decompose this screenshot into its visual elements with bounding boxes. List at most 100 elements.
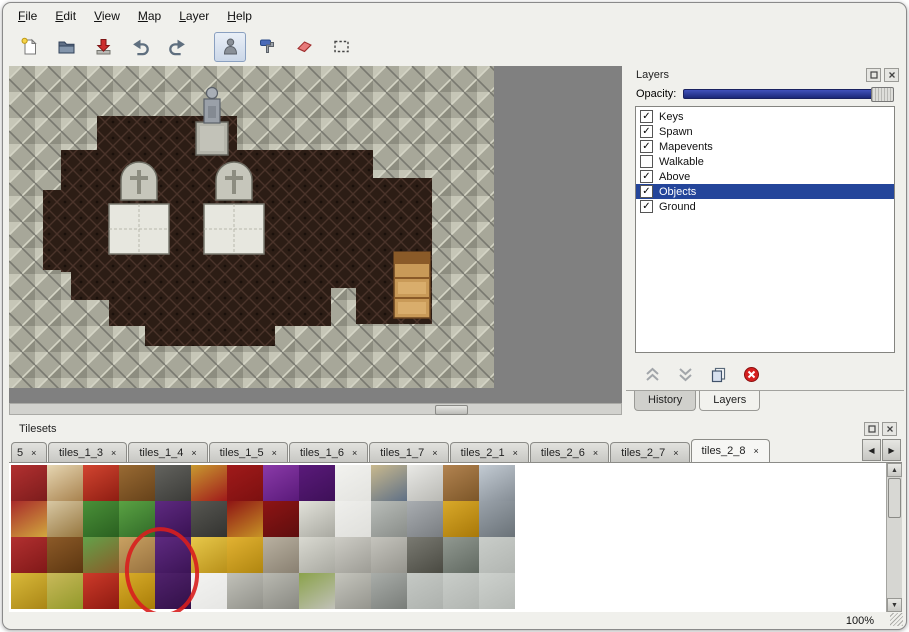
tile-throne-red-a[interactable] — [191, 465, 227, 501]
tile-tomb-dark[interactable] — [443, 537, 479, 573]
resize-grip[interactable] — [890, 613, 903, 626]
vscrollbar-thumb[interactable] — [888, 478, 901, 518]
scroll-tabs-right-button[interactable]: ▶ — [882, 439, 901, 461]
save-button[interactable] — [87, 32, 119, 62]
tile-tile-gray[interactable] — [479, 537, 515, 573]
float-tilesets-button[interactable] — [864, 422, 879, 436]
map-canvas[interactable] — [9, 66, 622, 403]
tile-tile-gray-3[interactable] — [443, 573, 479, 609]
scroll-up-button[interactable]: ▲ — [887, 463, 902, 477]
tile-rock[interactable] — [263, 537, 299, 573]
layer-row-spawn[interactable]: ✓Spawn — [636, 124, 894, 139]
stamp-tool-button[interactable] — [214, 32, 246, 62]
opacity-slider[interactable] — [683, 87, 894, 100]
tile-banner-gold[interactable] — [11, 573, 47, 609]
tile-chest-wood[interactable] — [443, 465, 479, 501]
tile-throne-purple-b[interactable] — [299, 465, 335, 501]
close-tab-icon[interactable]: × — [191, 448, 196, 458]
close-tab-icon[interactable]: × — [593, 448, 598, 458]
tile-tile-pale-2[interactable] — [335, 501, 371, 537]
close-tab-icon[interactable]: × — [31, 448, 36, 458]
layer-row-ground[interactable]: ✓Ground — [636, 199, 894, 214]
tile-vase-plant[interactable] — [299, 573, 335, 609]
layer-row-mapevents[interactable]: ✓Mapevents — [636, 139, 894, 154]
tileset-tab-tiles_2_7[interactable]: tiles_2_7× — [610, 442, 689, 462]
tile-banner-red-3[interactable] — [11, 537, 47, 573]
menu-edit[interactable]: Edit — [46, 5, 85, 27]
tileset-content[interactable]: ▲ ▼ — [9, 463, 902, 612]
layer-row-keys[interactable]: ✓Keys — [636, 109, 894, 124]
delete-layer-button[interactable] — [741, 364, 761, 384]
tileset-tab-tiles_2_1[interactable]: tiles_2_1× — [450, 442, 529, 462]
tile-statue-base-b[interactable] — [263, 573, 299, 609]
undo-button[interactable] — [124, 32, 156, 62]
tile-cushion-red-2[interactable] — [83, 573, 119, 609]
close-tab-icon[interactable]: × — [111, 448, 116, 458]
new-file-button[interactable] — [13, 32, 45, 62]
tab-history[interactable]: History — [634, 391, 696, 411]
scroll-down-button[interactable]: ▼ — [887, 598, 902, 612]
layer-row-above[interactable]: ✓Above — [636, 169, 894, 184]
tileset-tab-5[interactable]: 5× — [11, 442, 47, 462]
duplicate-layer-button[interactable] — [708, 364, 728, 384]
paint-tool-button[interactable] — [251, 32, 283, 62]
tile-obelisk[interactable] — [299, 501, 335, 537]
lower-layer-button[interactable] — [675, 364, 695, 384]
tile-door-iron[interactable] — [155, 465, 191, 501]
tile-plant-a[interactable] — [83, 501, 119, 537]
tab-layers[interactable]: Layers — [699, 391, 760, 411]
layer-row-walkable[interactable]: Walkable — [636, 154, 894, 169]
tileset-tab-tiles_2_8[interactable]: tiles_2_8× — [691, 439, 770, 462]
eraser-tool-button[interactable] — [288, 32, 320, 62]
map-hscrollbar-thumb[interactable] — [435, 405, 468, 415]
close-tab-icon[interactable]: × — [432, 448, 437, 458]
tile-throne-red-b[interactable] — [227, 465, 263, 501]
select-tool-button[interactable] — [325, 32, 357, 62]
tile-door-iron-2[interactable] — [191, 501, 227, 537]
float-panel-button[interactable] — [866, 68, 881, 82]
opacity-slider-track[interactable] — [683, 89, 892, 99]
close-tab-icon[interactable]: × — [272, 448, 277, 458]
tileset-vscrollbar[interactable]: ▲ ▼ — [886, 463, 902, 612]
tileset-tab-tiles_2_6[interactable]: tiles_2_6× — [530, 442, 609, 462]
tile-rope-gold[interactable] — [191, 537, 227, 573]
close-tab-icon[interactable]: × — [352, 448, 357, 458]
tile-scepter[interactable] — [119, 573, 155, 609]
opacity-slider-handle[interactable] — [871, 87, 894, 102]
tileset-tab-tiles_1_7[interactable]: tiles_1_7× — [369, 442, 448, 462]
redo-button[interactable] — [161, 32, 193, 62]
tile-statue-base-a[interactable] — [227, 573, 263, 609]
menu-map[interactable]: Map — [129, 5, 170, 27]
close-tab-icon[interactable]: × — [754, 446, 759, 456]
layer-checkbox[interactable]: ✓ — [640, 125, 653, 138]
tile-armor-silver-2[interactable] — [479, 501, 515, 537]
tile-tile-gray-4[interactable] — [479, 573, 515, 609]
map-hscrollbar[interactable] — [9, 403, 622, 415]
tileset-tab-tiles_1_3[interactable]: tiles_1_3× — [48, 442, 127, 462]
layer-checkbox[interactable]: ✓ — [640, 200, 653, 213]
tile-plant-b[interactable] — [119, 501, 155, 537]
tile-door-wood[interactable] — [119, 465, 155, 501]
tileset-tab-tiles_1_6[interactable]: tiles_1_6× — [289, 442, 368, 462]
tile-throne-red-d[interactable] — [263, 501, 299, 537]
tile-door-purple-3[interactable] — [155, 573, 191, 609]
tile-tile-pale[interactable] — [335, 465, 371, 501]
tile-banner-red-2[interactable] — [11, 501, 47, 537]
menu-help[interactable]: Help — [218, 5, 261, 27]
close-panel-button[interactable] — [884, 68, 899, 82]
tile-monument[interactable] — [371, 501, 407, 537]
layer-checkbox[interactable]: ✓ — [640, 185, 653, 198]
tile-tile-gray-2[interactable] — [407, 573, 443, 609]
tile-door-purple[interactable] — [155, 501, 191, 537]
layer-checkbox[interactable]: ✓ — [640, 110, 653, 123]
tile-plant-pot[interactable] — [83, 537, 119, 573]
tile-angel-b[interactable] — [371, 537, 407, 573]
tile-statue-stone[interactable] — [299, 537, 335, 573]
tile-angel-a[interactable] — [335, 537, 371, 573]
close-tilesets-button[interactable] — [882, 422, 897, 436]
tileset-tab-tiles_1_5[interactable]: tiles_1_5× — [209, 442, 288, 462]
menu-layer[interactable]: Layer — [170, 5, 218, 27]
tile-throne-red-c[interactable] — [227, 501, 263, 537]
tile-door-purple-2[interactable] — [155, 537, 191, 573]
tile-tombstone[interactable] — [371, 573, 407, 609]
